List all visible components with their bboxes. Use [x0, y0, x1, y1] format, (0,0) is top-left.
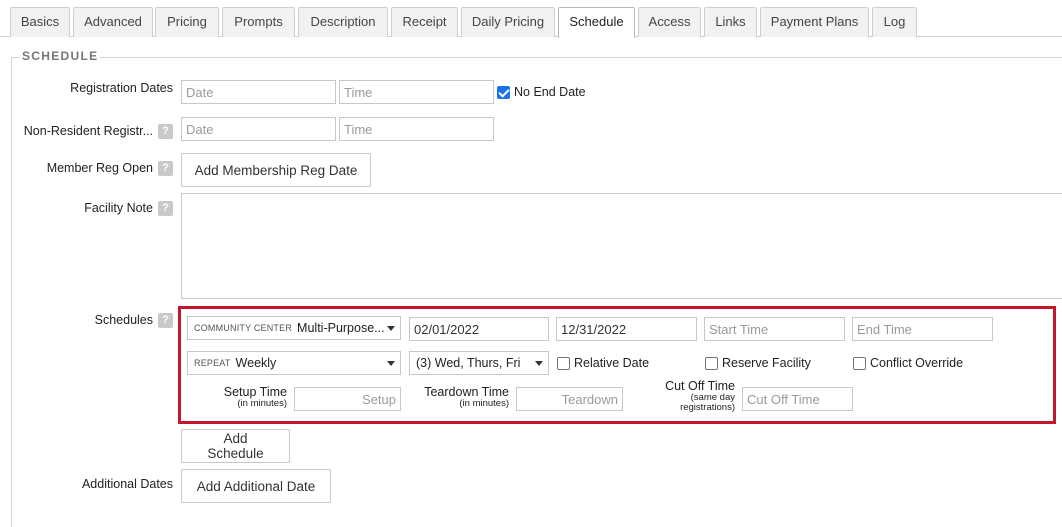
registration-dates-label: Registration Dates: [70, 81, 173, 95]
tab-prompts[interactable]: Prompts: [222, 7, 295, 37]
tab-payment-plans[interactable]: Payment Plans: [760, 7, 869, 37]
repeat-value: Weekly: [235, 356, 277, 370]
tab-log[interactable]: Log: [872, 7, 917, 37]
tab-receipt[interactable]: Receipt: [391, 7, 458, 37]
help-icon[interactable]: ?: [158, 201, 173, 216]
add-schedule-button[interactable]: Add Schedule: [181, 429, 290, 463]
tab-access[interactable]: Access: [638, 7, 701, 37]
checkbox-checked-icon: [497, 85, 510, 99]
tab-description[interactable]: Description: [298, 7, 388, 37]
checkbox-icon: [853, 356, 866, 370]
help-icon[interactable]: ?: [158, 313, 173, 328]
setup-time-sub: (in minutes): [237, 398, 287, 410]
no-end-date-label: No End Date: [514, 85, 586, 99]
chevron-down-icon: [535, 361, 543, 366]
chevron-down-icon: [387, 361, 395, 366]
cutoff-time-sub2: registrations): [680, 402, 735, 414]
add-additional-date-button[interactable]: Add Additional Date: [181, 469, 331, 503]
registration-date-input[interactable]: [181, 80, 336, 104]
add-membership-reg-date-button[interactable]: Add Membership Reg Date: [181, 153, 371, 187]
chevron-down-icon: [387, 326, 395, 331]
tab-basics[interactable]: Basics: [10, 7, 70, 37]
facility-note-label: Facility Note: [84, 201, 153, 215]
cutoff-time-label: Cut Off Time (same day registrations): [665, 379, 735, 414]
teardown-time-label: Teardown Time (in minutes): [424, 385, 509, 410]
reserve-facility-label: Reserve Facility: [722, 356, 811, 370]
facility-select[interactable]: COMMUNITY CENTER Multi-Purpose...: [187, 316, 401, 340]
non-resident-time-input[interactable]: [339, 117, 494, 141]
schedules-label: Schedules: [94, 313, 153, 327]
tab-pricing[interactable]: Pricing: [155, 7, 219, 37]
checkbox-icon: [557, 356, 570, 370]
non-resident-label: Non-Resident Registr...: [23, 124, 153, 138]
help-icon[interactable]: ?: [158, 124, 173, 139]
no-end-date-checkbox[interactable]: No End Date: [497, 85, 586, 99]
conflict-override-label: Conflict Override: [870, 356, 964, 370]
help-icon[interactable]: ?: [158, 161, 173, 176]
member-reg-open-label: Member Reg Open: [46, 161, 153, 175]
teardown-input[interactable]: [516, 387, 623, 411]
checkbox-icon: [705, 356, 718, 370]
conflict-override-checkbox[interactable]: Conflict Override: [853, 356, 963, 370]
relative-date-checkbox[interactable]: Relative Date: [557, 356, 649, 370]
schedule-end-date-input[interactable]: [556, 317, 697, 341]
additional-dates-label: Additional Dates: [81, 477, 173, 491]
tab-advanced[interactable]: Advanced: [73, 7, 153, 37]
section-legend: SCHEDULE: [20, 49, 101, 63]
setup-time-label: Setup Time (in minutes): [224, 385, 287, 410]
facility-value: Multi-Purpose...: [297, 321, 385, 335]
schedule-end-time-input[interactable]: [852, 317, 993, 341]
registration-time-input[interactable]: [339, 80, 494, 104]
repeat-prefix: REPEAT: [194, 358, 231, 368]
repeat-select[interactable]: REPEAT Weekly: [187, 351, 401, 375]
setup-input[interactable]: [294, 387, 401, 411]
relative-date-label: Relative Date: [574, 356, 650, 370]
tab-schedule[interactable]: Schedule: [558, 7, 635, 38]
schedule-start-time-input[interactable]: [704, 317, 845, 341]
days-value: (3) Wed, Thurs, Fri: [416, 356, 521, 370]
facility-prefix: COMMUNITY CENTER: [194, 323, 293, 333]
cutoff-input[interactable]: [742, 387, 853, 411]
facility-note-textarea[interactable]: [181, 193, 1062, 299]
teardown-time-sub: (in minutes): [459, 398, 509, 410]
non-resident-date-input[interactable]: [181, 117, 336, 141]
days-select[interactable]: (3) Wed, Thurs, Fri: [409, 351, 549, 375]
tab-bar: Basics Advanced Pricing Prompts Descript…: [0, 0, 1062, 38]
tab-daily-pricing[interactable]: Daily Pricing: [461, 7, 555, 37]
schedule-start-date-input[interactable]: [409, 317, 549, 341]
reserve-facility-checkbox[interactable]: Reserve Facility: [705, 356, 811, 370]
tab-links[interactable]: Links: [704, 7, 757, 37]
